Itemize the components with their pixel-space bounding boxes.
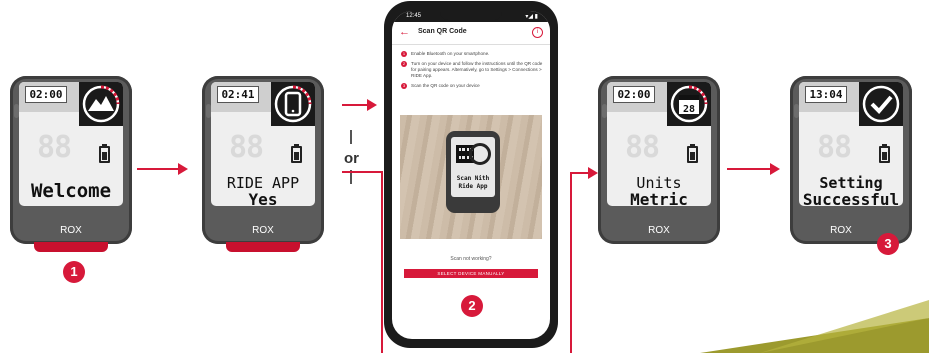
decorative-olive-shape (700, 300, 929, 353)
